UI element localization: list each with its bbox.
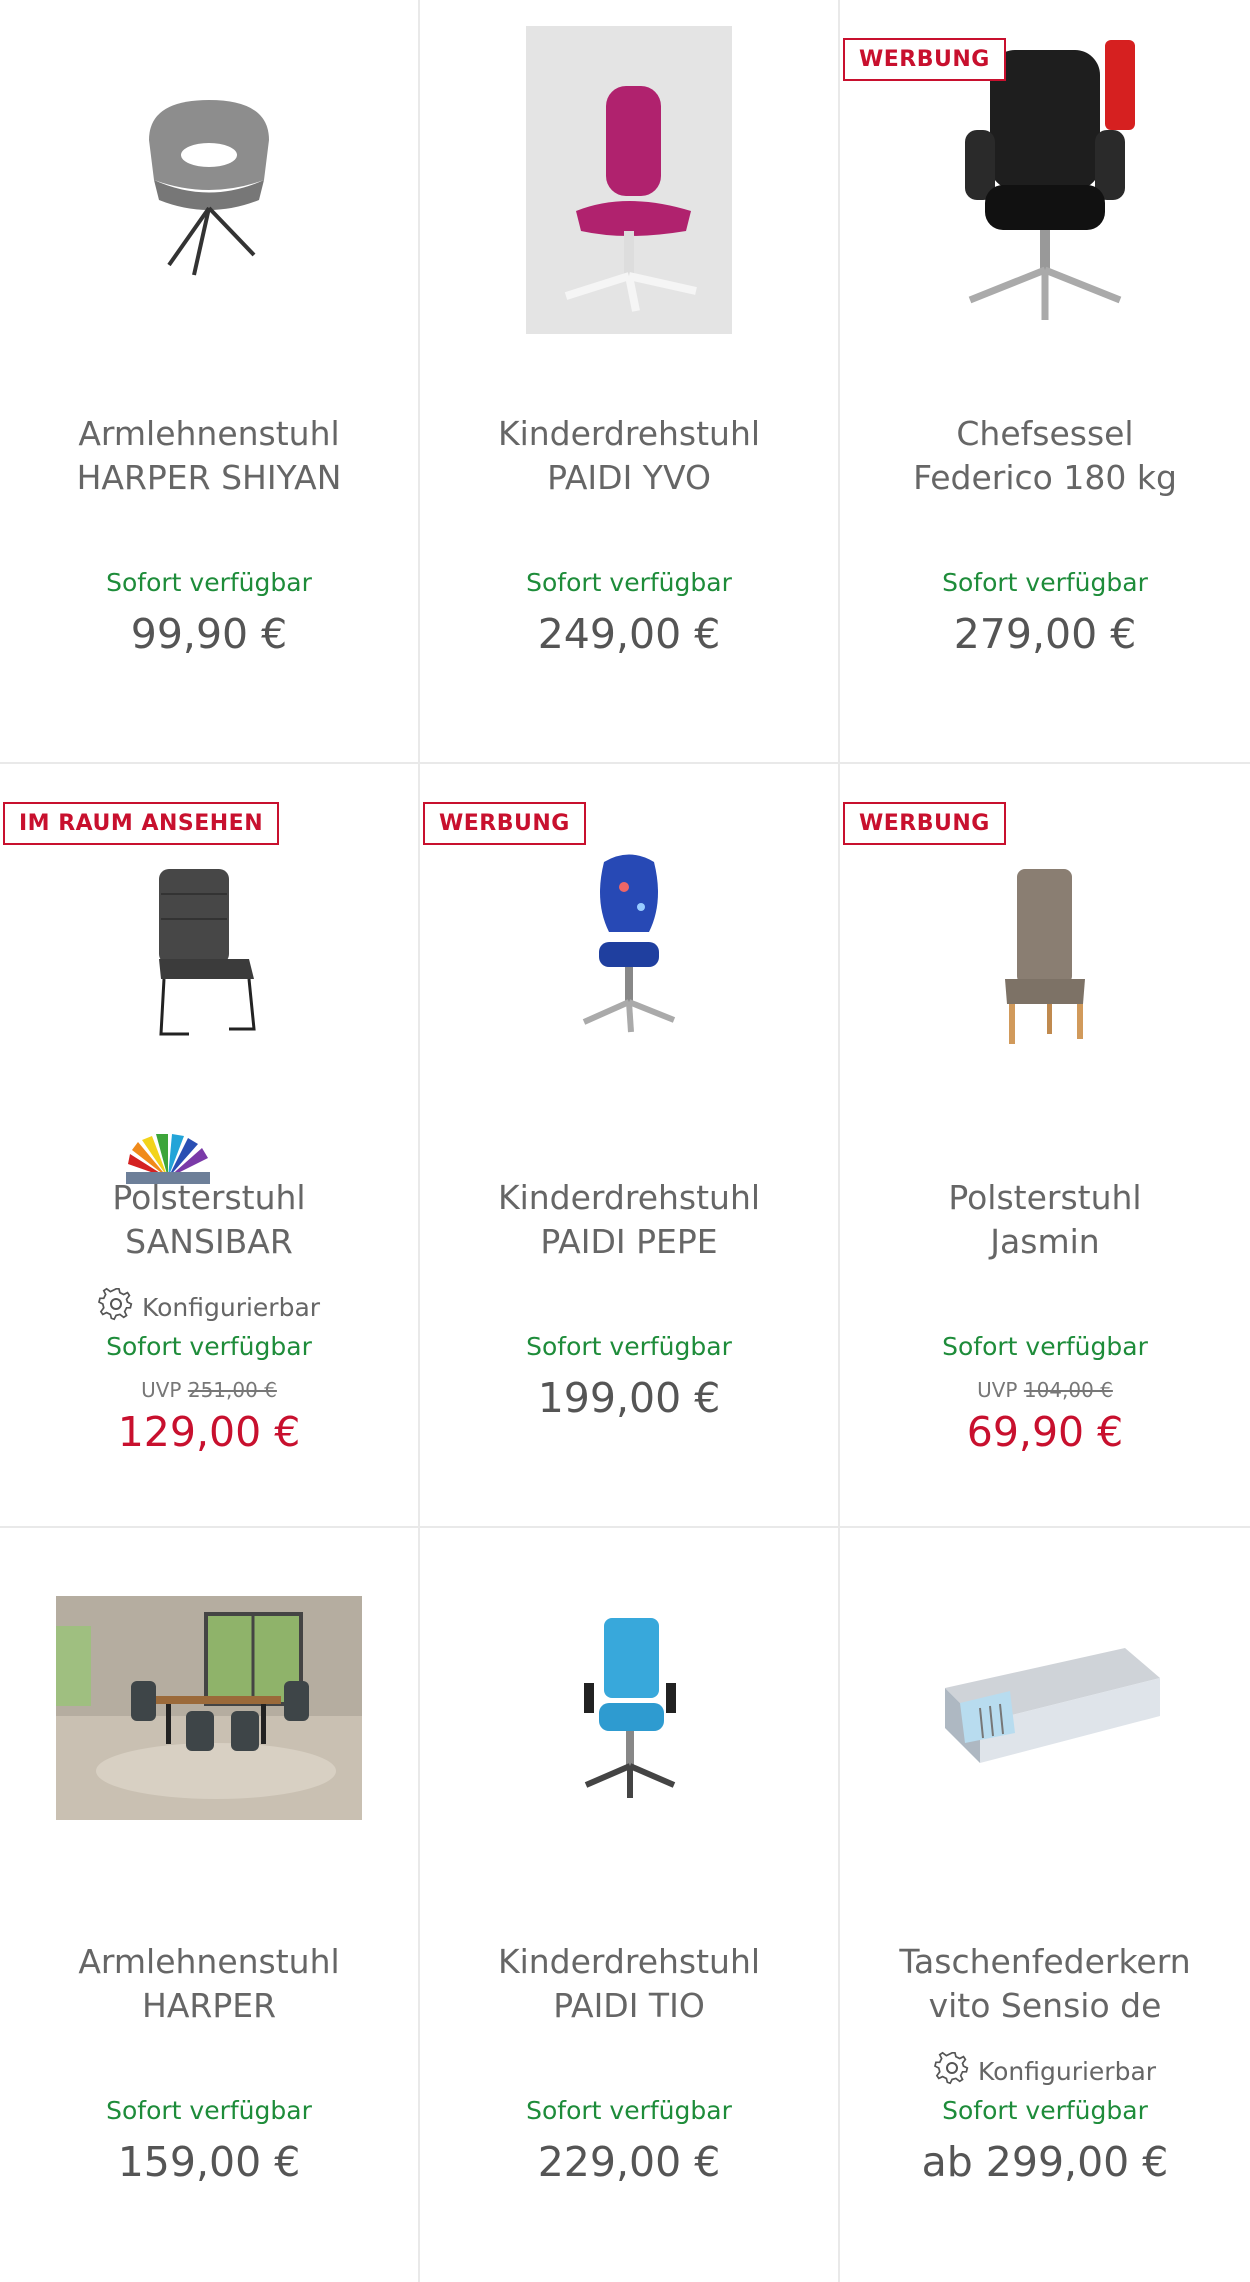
product-card[interactable]: Kinderdrehstuhl PAIDI YVO Sofort verfügb…: [420, 0, 838, 762]
ad-badge: WERBUNG: [423, 802, 586, 845]
title-line: SANSIBAR: [125, 1222, 293, 1261]
ad-badge: WERBUNG: [843, 38, 1006, 81]
uvp-value: 251,00 €: [187, 1378, 277, 1402]
configurable-label: Konfigurierbar: [0, 1286, 418, 1328]
product-card[interactable]: Kinderdrehstuhl PAIDI TIO Sofort verfügb…: [420, 1528, 838, 2282]
availability-text: Sofort verfügbar: [106, 2096, 312, 2125]
product-price: 249,00 €: [537, 610, 721, 658]
title-line: Kinderdrehstuhl: [497, 1942, 761, 1981]
product-price: ab 299,00 €: [921, 2138, 1169, 2186]
office-chair-turquoise-image[interactable]: [420, 1528, 838, 1888]
title-line: Chefsessel: [956, 414, 1134, 453]
product-card[interactable]: WERBUNG Kinderdrehstuhl PAIDI PEPE Sofor…: [420, 764, 838, 1526]
uvp-value: 104,00 €: [1023, 1378, 1113, 1402]
product-title[interactable]: Armlehnenstuhl HARPER SHIYAN: [0, 412, 418, 500]
product-card[interactable]: WERBUNG Chefsessel Federico 180 kg Sofor…: [840, 0, 1250, 762]
title-line: Armlehnenstuhl: [78, 414, 340, 453]
uvp-label: UVP: [141, 1378, 182, 1402]
title-line: PAIDI YVO: [547, 458, 711, 497]
mattress-image[interactable]: [840, 1528, 1250, 1888]
product-title[interactable]: Chefsessel Federico 180 kg: [840, 412, 1250, 500]
product-price: 129,00 €: [117, 1408, 301, 1456]
product-title[interactable]: Taschenfederkern vito Sensio de: [840, 1940, 1250, 2028]
product-price: 69,90 €: [966, 1408, 1124, 1456]
product-price: 159,00 €: [117, 2138, 301, 2186]
product-price: 99,90 €: [130, 610, 288, 658]
availability-text: Sofort verfügbar: [526, 2096, 732, 2125]
title-line: PAIDI PEPE: [540, 1222, 718, 1261]
product-title[interactable]: Polsterstuhl Jasmin: [840, 1176, 1250, 1264]
view-in-room-badge[interactable]: IM RAUM ANSEHEN: [3, 802, 280, 845]
uvp-price: UVP 104,00 €: [840, 1378, 1250, 1402]
gear-icon: [933, 2050, 970, 2092]
kids-swivel-chair-pink-image[interactable]: [420, 0, 838, 360]
uvp-price: UVP 251,00 €: [0, 1378, 418, 1402]
uvp-label: UVP: [977, 1378, 1018, 1402]
product-card[interactable]: Taschenfederkern vito Sensio de Konfigur…: [840, 1528, 1250, 2282]
product-title[interactable]: Kinderdrehstuhl PAIDI YVO: [420, 412, 838, 500]
title-line: Federico 180 kg: [913, 458, 1177, 497]
availability-text: Sofort verfügbar: [942, 1332, 1148, 1361]
product-card[interactable]: IM RAUM ANSEHEN Polsterstuhl SANSIBAR Ko…: [0, 764, 418, 1526]
product-title[interactable]: Armlehnenstuhl HARPER: [0, 1940, 418, 2028]
product-title[interactable]: Kinderdrehstuhl PAIDI PEPE: [420, 1176, 838, 1264]
title-line: Armlehnenstuhl: [78, 1942, 340, 1981]
product-card[interactable]: Armlehnenstuhl HARPER SHIYAN Sofort verf…: [0, 0, 418, 762]
availability-text: Sofort verfügbar: [106, 1332, 312, 1361]
dining-room-scene-image[interactable]: [0, 1528, 418, 1888]
title-line: HARPER: [142, 1986, 276, 2025]
availability-text: Sofort verfügbar: [942, 568, 1148, 597]
title-line: Kinderdrehstuhl: [497, 414, 761, 453]
product-card[interactable]: WERBUNG Polsterstuhl Jasmin Sofort verfü…: [840, 764, 1250, 1526]
configurable-text: Konfigurierbar: [977, 2056, 1157, 2086]
armchair-grey-image[interactable]: [0, 0, 418, 360]
title-line: Jasmin: [990, 1222, 1100, 1261]
title-line: Kinderdrehstuhl: [497, 1178, 761, 1217]
product-title[interactable]: Polsterstuhl SANSIBAR: [0, 1176, 418, 1264]
title-line: Polsterstuhl: [948, 1178, 1142, 1217]
product-price: 279,00 €: [953, 610, 1137, 658]
configurable-text: Konfigurierbar: [141, 1292, 321, 1322]
availability-text: Sofort verfügbar: [942, 2096, 1148, 2125]
title-line: Taschenfederkern: [899, 1942, 1191, 1981]
ad-badge: WERBUNG: [843, 802, 1006, 845]
configurable-label: Konfigurierbar: [840, 2050, 1250, 2092]
product-price: 199,00 €: [537, 1374, 721, 1422]
gear-icon: [97, 1286, 134, 1328]
product-card[interactable]: Armlehnenstuhl HARPER Sofort verfügbar 1…: [0, 1528, 418, 2282]
availability-text: Sofort verfügbar: [526, 1332, 732, 1361]
title-line: Polsterstuhl: [112, 1178, 306, 1217]
availability-text: Sofort verfügbar: [106, 568, 312, 597]
title-line: vito Sensio de: [928, 1986, 1162, 2025]
title-line: HARPER SHIYAN: [76, 458, 342, 497]
availability-text: Sofort verfügbar: [526, 568, 732, 597]
product-price: 229,00 €: [537, 2138, 721, 2186]
product-title[interactable]: Kinderdrehstuhl PAIDI TIO: [420, 1940, 838, 2028]
title-line: PAIDI TIO: [553, 1986, 705, 2025]
product-grid: Armlehnenstuhl HARPER SHIYAN Sofort verf…: [0, 0, 1250, 2282]
